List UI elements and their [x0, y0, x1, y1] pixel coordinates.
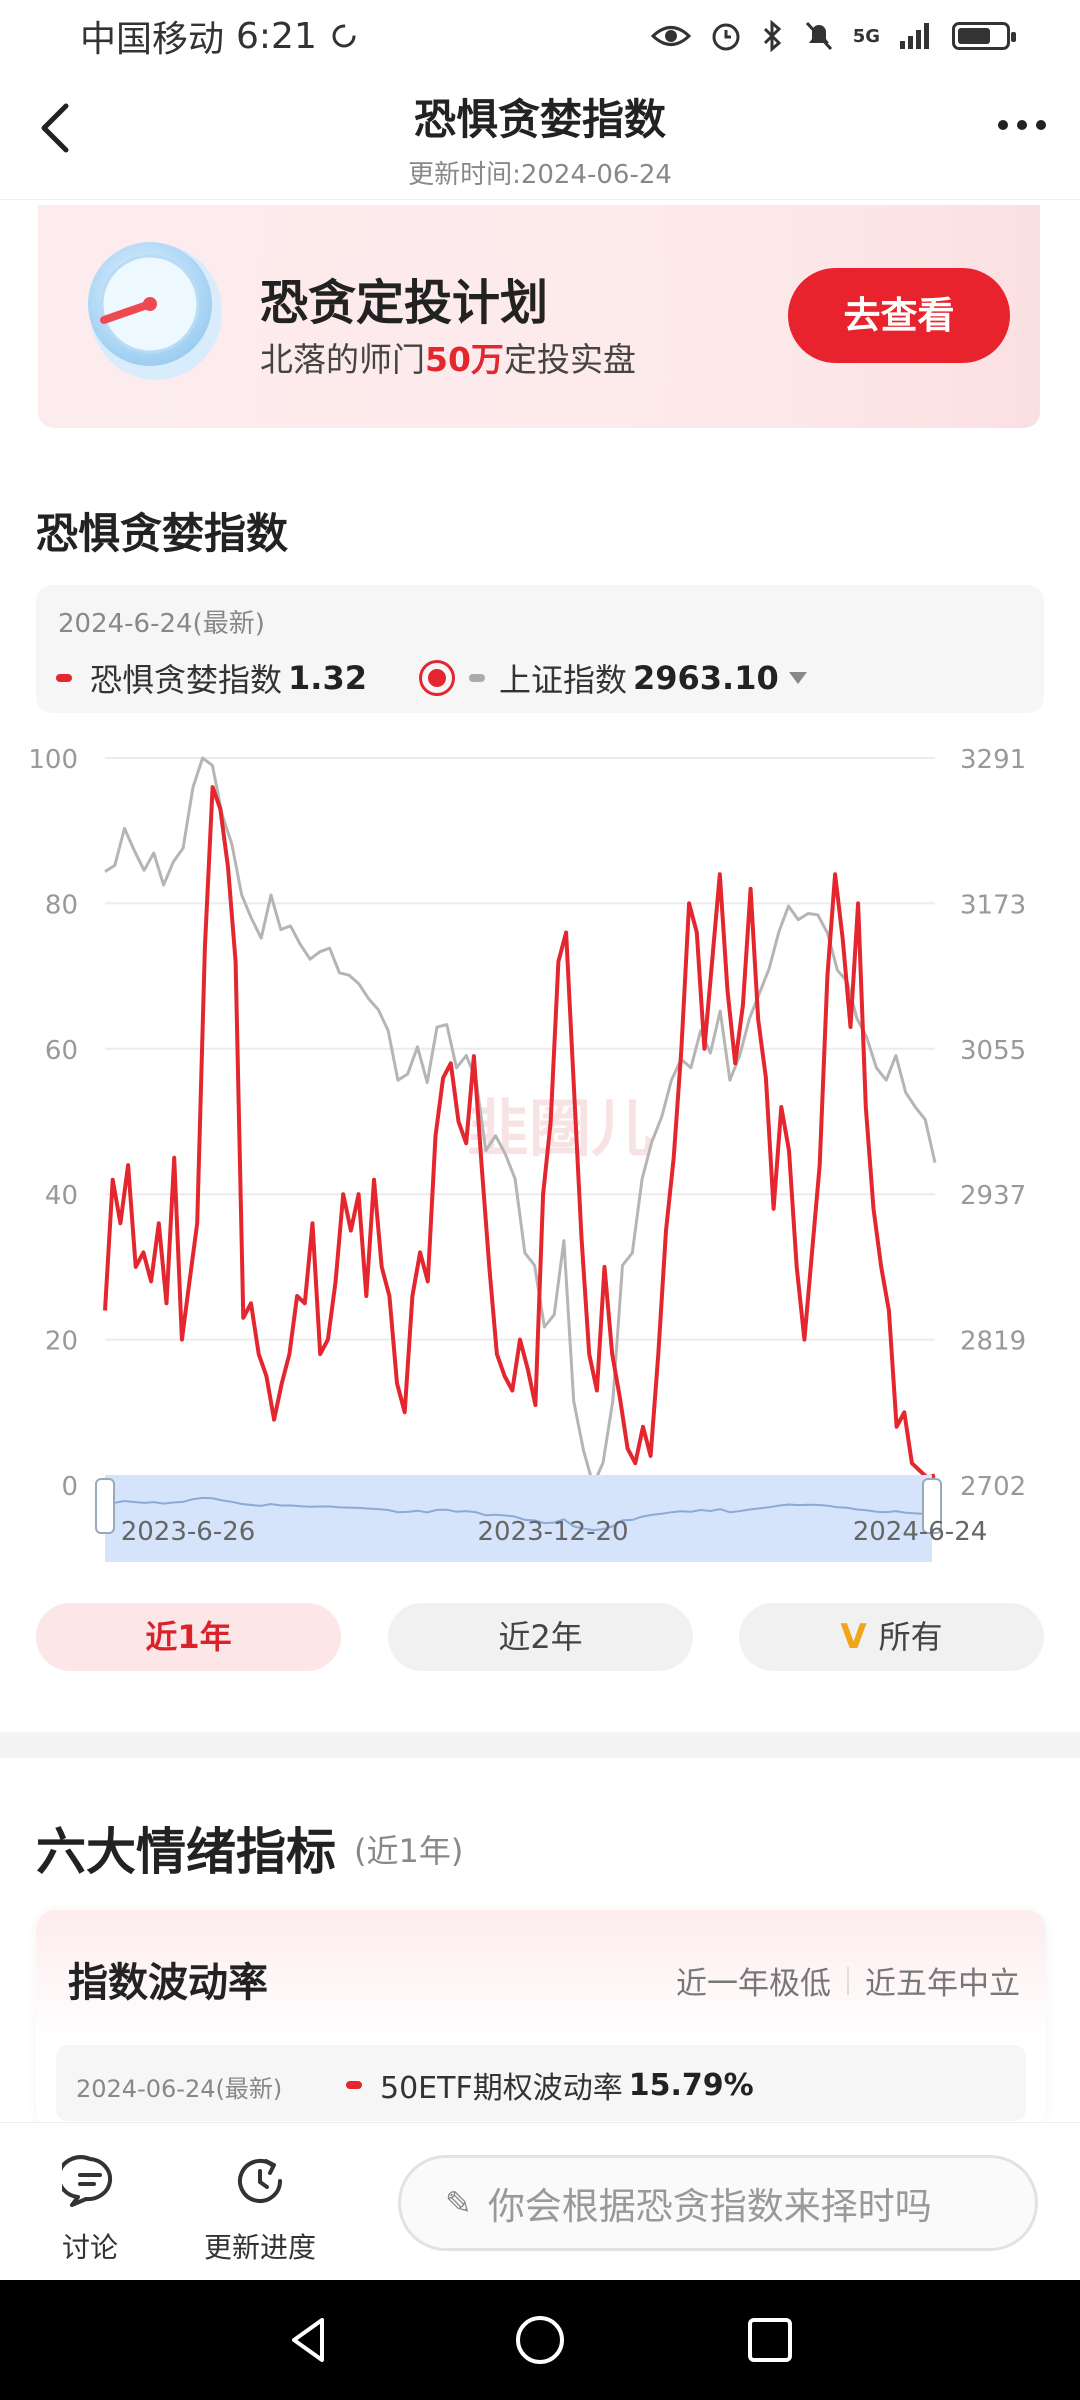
- bluetooth-icon: [763, 19, 781, 53]
- legend-series1-name: 恐惧贪婪指数: [90, 661, 283, 699]
- legend-series1-marker: [56, 674, 72, 682]
- ask-input[interactable]: ✎ 你会根据恐贪指数来择时吗: [398, 2155, 1038, 2251]
- navigator-left-handle[interactable]: [95, 1478, 115, 1534]
- volatility-marker: [346, 2081, 362, 2089]
- chart-legend: 2024-6-24(最新) 恐惧贪婪指数 1.32 上证指数 2963.10: [36, 585, 1044, 713]
- more-button[interactable]: [998, 120, 1046, 130]
- gauge-icon: [88, 242, 222, 380]
- nav-recents-icon[interactable]: [740, 2310, 800, 2370]
- volatility-card[interactable]: 指数波动率 近一年极低 近五年中立 2024-06-24(最新) 50ETF期权…: [36, 1910, 1046, 2130]
- page-title: 恐惧贪婪指数: [413, 95, 666, 144]
- vip-icon: V: [840, 1617, 867, 1657]
- down-caret-icon: [788, 672, 807, 684]
- chat-bubble-icon: [56, 2155, 113, 2207]
- signal-icon: [900, 23, 929, 49]
- plan-banner[interactable]: 恐贪定投计划 北落的师门50万定投实盘 去查看: [38, 205, 1040, 428]
- range-all-label: 所有: [878, 1618, 943, 1656]
- x-tick-label: 2023-12-20: [477, 1517, 628, 1547]
- volatility-date: 2024-06-24(最新): [76, 2075, 283, 2103]
- left-tick-label: 80: [45, 890, 78, 920]
- left-tick-label: 20: [45, 1327, 78, 1357]
- mute-bell-icon: [805, 21, 832, 51]
- legend-series2-name: 上证指数: [498, 661, 627, 699]
- range-2y-button[interactable]: 近2年: [388, 1603, 693, 1671]
- left-tick-label: 0: [61, 1472, 78, 1502]
- volatility-series: 50ETF期权波动率 15.79%: [346, 2063, 754, 2107]
- range-1y-button[interactable]: 近1年: [36, 1603, 341, 1671]
- legend-series2-value: 2963.10: [632, 659, 779, 697]
- volatility-legend: 2024-06-24(最新) 50ETF期权波动率 15.79%: [56, 2045, 1026, 2121]
- legend-date: 2024-6-24(最新): [58, 609, 265, 639]
- pencil-icon: ✎: [445, 2184, 472, 2222]
- sync-icon: [332, 24, 356, 48]
- carrier-label: 中国移动: [80, 19, 225, 60]
- legend-row: 恐惧贪婪指数 1.32 上证指数 2963.10: [56, 655, 807, 701]
- status-bar: 中国移动 6:21 5G: [0, 0, 1080, 72]
- right-tick-label: 3291: [960, 745, 1026, 775]
- battery-icon: [952, 22, 1016, 50]
- progress-button[interactable]: 更新进度: [204, 2153, 316, 2266]
- six-indicators-title: 六大情绪指标: [36, 1823, 336, 1881]
- network-label: 5G: [852, 25, 880, 47]
- volatility-series-name: 50ETF期权波动率: [380, 2071, 623, 2106]
- banner-subtitle-suffix: 定投实盘: [503, 340, 636, 379]
- tag-5y: 近五年中立: [865, 1966, 1020, 2002]
- header: 恐惧贪婪指数 更新时间:2024-06-24: [0, 72, 1080, 200]
- right-tick-label: 2702: [960, 1472, 1026, 1502]
- update-time: 更新时间:2024-06-24: [408, 160, 672, 190]
- discuss-label: 讨论: [62, 2231, 119, 2264]
- legend-series2-marker: [468, 674, 485, 682]
- series-toggle-radio[interactable]: [418, 660, 455, 696]
- status-right: 5G: [650, 19, 1016, 53]
- left-tick-label: 40: [45, 1181, 78, 1211]
- watermark: 韭圈儿: [467, 1092, 653, 1165]
- page: { "status_bar": { "carrier": "中国移动", "ti…: [0, 0, 1080, 2400]
- right-tick-label: 2819: [960, 1327, 1026, 1357]
- system-nav-bar: [0, 2280, 1080, 2400]
- right-tick-label: 3173: [960, 890, 1026, 920]
- volatility-series-value: 15.79%: [628, 2067, 754, 2103]
- banner-title: 恐贪定投计划: [260, 275, 549, 331]
- six-indicators-subtitle: (近1年): [354, 1832, 464, 1870]
- x-tick-label: 2024-6-24: [853, 1517, 988, 1547]
- right-tick-label: 2937: [960, 1181, 1026, 1211]
- banner-subtitle: 北落的师门50万定投实盘: [260, 333, 636, 381]
- range-all-button[interactable]: V 所有: [739, 1603, 1044, 1671]
- fear-greed-chart[interactable]: 100 3291 80 3173 60 3055 40 2937 20 2819 0 2702 韭圈儿 2…: [0, 730, 1080, 1570]
- left-tick-label: 100: [28, 745, 78, 775]
- status-left: 中国移动 6:21: [80, 10, 359, 62]
- view-button[interactable]: 去查看: [788, 268, 1010, 363]
- volatility-title: 指数波动率: [68, 1960, 268, 2006]
- volatility-tags: 近一年极低 近五年中立: [676, 1958, 1020, 2003]
- right-tick-label: 3055: [960, 1036, 1026, 1066]
- eye-icon: [650, 26, 691, 46]
- x-tick-label: 2023-6-26: [121, 1517, 256, 1547]
- alarm-icon: [712, 23, 740, 51]
- ask-placeholder: 你会根据恐贪指数来择时吗: [487, 2185, 932, 2228]
- banner-subtitle-prefix: 北落的师门: [260, 340, 425, 379]
- bottom-bar: 讨论 更新进度 ✎ 你会根据恐贪指数来择时吗: [0, 2122, 1080, 2280]
- nav-back-icon[interactable]: [280, 2310, 340, 2370]
- section-title: 恐惧贪婪指数: [36, 509, 289, 558]
- discuss-button[interactable]: 讨论: [56, 2153, 119, 2266]
- status-time: 6:21: [236, 15, 317, 57]
- legend-series1-value: 1.32: [288, 659, 367, 697]
- progress-label: 更新进度: [204, 2231, 317, 2264]
- nav-home-icon[interactable]: [510, 2310, 570, 2370]
- clock-refresh-icon: [238, 2159, 282, 2203]
- tag-separator: [847, 1966, 849, 1995]
- section-divider: [0, 1732, 1080, 1758]
- banner-subtitle-highlight: 50万: [425, 340, 504, 379]
- tag-1y: 近一年极低: [676, 1966, 831, 2002]
- left-tick-label: 60: [45, 1036, 78, 1066]
